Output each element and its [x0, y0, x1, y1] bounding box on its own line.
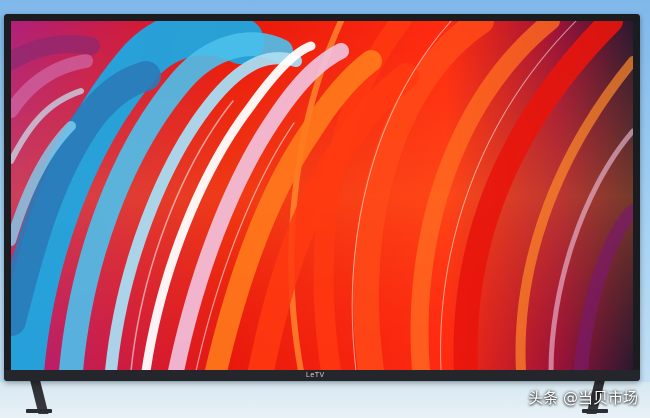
tv-product-photo: LeTV 头条 @当贝市场 [0, 0, 650, 418]
brand-logo: LeTV [306, 372, 325, 379]
tv-stand-right-foot [582, 409, 608, 413]
tv-bottom-bezel: LeTV [4, 370, 640, 381]
watermark-text: 头条 @当贝市场 [528, 389, 638, 407]
tv-stand-left-foot [26, 409, 52, 413]
television: LeTV [4, 14, 640, 381]
abstract-wallpaper [11, 21, 633, 371]
tv-screen [11, 21, 633, 371]
